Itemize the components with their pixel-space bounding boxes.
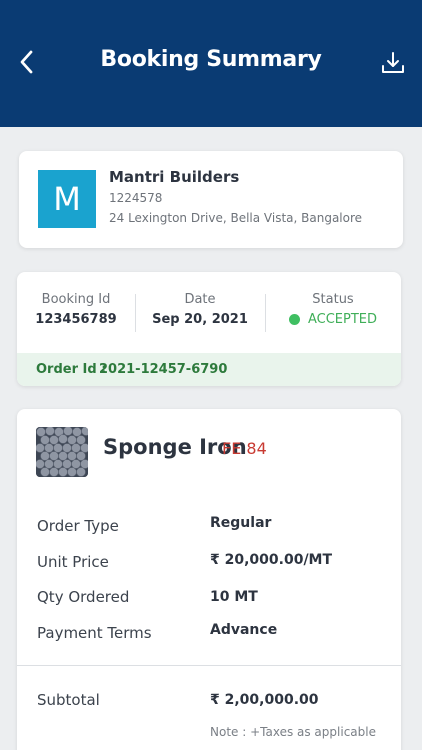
company-avatar: M	[38, 170, 96, 228]
company-name: Mantri Builders	[109, 168, 240, 186]
date-label: Date	[184, 292, 216, 307]
status-text: ACCEPTED	[307, 312, 378, 327]
payment-terms-label: Payment Terms	[37, 624, 152, 642]
product-grade: FE 84	[222, 439, 267, 458]
download-icon	[382, 52, 404, 73]
tax-note: Note : +Taxes as applicable	[210, 725, 376, 739]
download-button[interactable]	[380, 50, 406, 76]
unit-price-label: Unit Price	[37, 553, 109, 571]
order-type-label: Order Type	[37, 517, 119, 535]
order-id-label: Order Id :	[36, 362, 107, 377]
booking-id-label: Booking Id	[41, 292, 111, 307]
page-title: Booking Summary	[100, 47, 322, 72]
status-section: Status ACCEPTED	[265, 292, 401, 327]
app-header: Booking Summary	[0, 0, 422, 127]
booking-id-value: 123456789	[35, 312, 117, 327]
divider	[17, 665, 401, 666]
status-label: Status	[312, 292, 354, 307]
company-card: M Mantri Builders 1224578 24 Lexington D…	[19, 151, 403, 248]
qty-ordered-value: 10 MT	[210, 589, 258, 605]
qty-ordered-label: Qty Ordered	[37, 588, 130, 606]
order-type-value: Regular	[210, 515, 272, 531]
company-address: 24 Lexington Drive, Bella Vista, Bangalo…	[109, 211, 363, 225]
date-value: Sep 20, 2021	[152, 312, 248, 327]
booking-info-card: Booking Id 123456789 Date Sep 20, 2021 S…	[17, 272, 401, 386]
subtotal-label: Subtotal	[37, 691, 100, 709]
status-badge: ACCEPTED	[265, 312, 401, 327]
booking-date-section: Date Sep 20, 2021	[135, 292, 265, 327]
booking-id-section: Booking Id 123456789	[17, 292, 135, 327]
order-id-strip: Order Id : 2021-12457-6790	[17, 353, 401, 386]
subtotal-value: ₹ 2,00,000.00	[210, 692, 319, 708]
company-code: 1224578	[109, 191, 163, 205]
product-image	[36, 427, 88, 477]
order-id-value: 2021-12457-6790	[99, 362, 228, 377]
product-card: Sponge Iron FE 84 Order Type Regular Uni…	[17, 409, 401, 750]
status-dot-icon	[288, 314, 300, 325]
unit-price-value: ₹ 20,000.00/MT	[210, 552, 333, 568]
payment-terms-value: Advance	[210, 622, 278, 638]
